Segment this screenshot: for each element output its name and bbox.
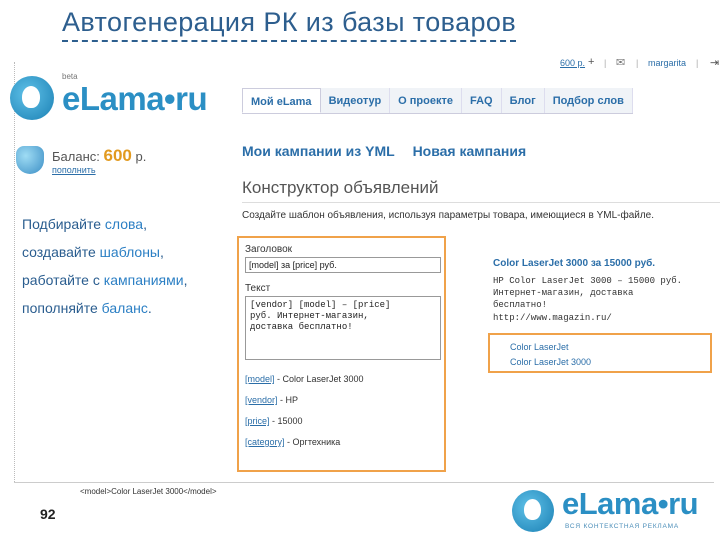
logout-icon[interactable]: ⇥ xyxy=(710,56,719,69)
left-divider xyxy=(14,62,15,482)
slide-title: Автогенерация РК из базы товаров xyxy=(62,4,517,42)
tab-about[interactable]: О проекте xyxy=(390,88,462,113)
promo-line: пополняйте баланс. xyxy=(22,300,152,316)
logo-text: eLama•ru xyxy=(62,80,208,117)
preview-title[interactable]: Color LaserJet 3000 за 15000 руб. xyxy=(493,258,713,269)
xml-sample-text: <model>Color LaserJet 3000</model> xyxy=(80,487,217,496)
elama-mascot-icon xyxy=(10,76,54,120)
balance-currency: р. xyxy=(135,149,147,164)
param-row: [category] - Оргтехника xyxy=(245,437,341,447)
title-field-label: Заголовок xyxy=(245,244,293,255)
promo-link-balance[interactable]: баланс xyxy=(102,300,148,316)
bottom-divider xyxy=(14,482,714,483)
sitelinks-box: Color LaserJet Color LaserJet 3000 xyxy=(488,333,712,373)
preview-url: http://www.magazin.ru/ xyxy=(493,313,612,323)
mail-icon[interactable]: ✉ xyxy=(616,56,625,69)
top-balance-link[interactable]: 600 р. xyxy=(560,58,585,68)
elama-mascot-icon xyxy=(512,490,554,532)
param-key-price[interactable]: [price] xyxy=(245,416,270,426)
new-campaign-link[interactable]: Новая кампания xyxy=(413,143,527,159)
sitelink-item[interactable]: Color LaserJet xyxy=(510,340,690,355)
param-row: [price] - 15000 xyxy=(245,416,303,426)
promo-line: создавайте шаблоны, xyxy=(22,244,164,260)
promo-line: Подбирайте слова, xyxy=(22,216,147,232)
add-funds-icon[interactable]: + xyxy=(588,56,594,68)
ad-text-area[interactable]: [vendor] [model] – [price] руб. Интернет… xyxy=(245,296,441,360)
separator: | xyxy=(636,58,639,68)
page-number: 92 xyxy=(40,506,56,522)
ad-template-editor: Заголовок Текст [vendor] [model] – [pric… xyxy=(237,236,446,472)
tab-faq[interactable]: FAQ xyxy=(462,88,502,113)
campaign-links: Мои кампании из YML Новая кампания xyxy=(242,143,540,159)
tab-keyword-selection[interactable]: Подбор слов xyxy=(544,88,633,113)
text-field-label: Текст xyxy=(245,283,271,294)
main-nav: Мой eLama Видеотур О проекте FAQ Блог По… xyxy=(242,88,633,114)
balance-line: Баланс: 600 р. xyxy=(52,146,146,166)
sitelink-item[interactable]: Color LaserJet 3000 xyxy=(510,355,690,370)
promo-link-templates[interactable]: шаблоны xyxy=(100,244,160,260)
tab-my-elama[interactable]: Мой eLama xyxy=(242,88,321,113)
balance-amount: 600 xyxy=(103,146,132,165)
wallet-icon xyxy=(16,146,44,174)
my-yml-campaigns-link[interactable]: Мои кампании из YML xyxy=(242,143,395,159)
param-key-vendor[interactable]: [vendor] xyxy=(245,395,278,405)
promo-text: Подбирайте слова, создавайте шаблоны, ра… xyxy=(22,210,187,322)
promo-link-campaigns[interactable]: кампаниями xyxy=(104,272,184,288)
footer-logo-text: eLama•ru xyxy=(562,486,699,521)
footer-tagline: ВСЯ КОНТЕКСТНАЯ РЕКЛАМА xyxy=(565,523,679,530)
param-key-category[interactable]: [category] xyxy=(245,437,285,447)
title-input[interactable] xyxy=(245,257,441,273)
topup-link[interactable]: пополнить xyxy=(52,165,96,175)
tab-videotour[interactable]: Видеотур xyxy=(320,88,391,113)
username-link[interactable]: margarita xyxy=(648,58,686,68)
balance-label: Баланс: xyxy=(52,149,100,164)
param-row: [vendor] - HP xyxy=(245,395,299,405)
elama-logo[interactable]: beta eLama•ru xyxy=(10,72,210,124)
tab-blog[interactable]: Блог xyxy=(501,88,545,113)
preview-body: HP Color LaserJet 3000 – 15000 руб. Инте… xyxy=(493,276,683,310)
divider xyxy=(242,202,720,203)
separator: | xyxy=(604,58,607,68)
ad-preview: Color LaserJet 3000 за 15000 руб. HP Col… xyxy=(493,258,713,323)
param-key-model[interactable]: [model] xyxy=(245,374,275,384)
footer-logo: eLama•ru ВСЯ КОНТЕКСТНАЯ РЕКЛАМА xyxy=(512,486,712,536)
promo-link-words[interactable]: слова xyxy=(105,216,143,232)
page-title: Конструктор объявлений xyxy=(242,178,439,197)
separator: | xyxy=(696,58,699,68)
instruction-text: Создайте шаблон объявления, используя па… xyxy=(242,210,655,221)
promo-line: работайте с кампаниями, xyxy=(22,272,188,288)
param-row: [model] - Color LaserJet 3000 xyxy=(245,374,364,384)
